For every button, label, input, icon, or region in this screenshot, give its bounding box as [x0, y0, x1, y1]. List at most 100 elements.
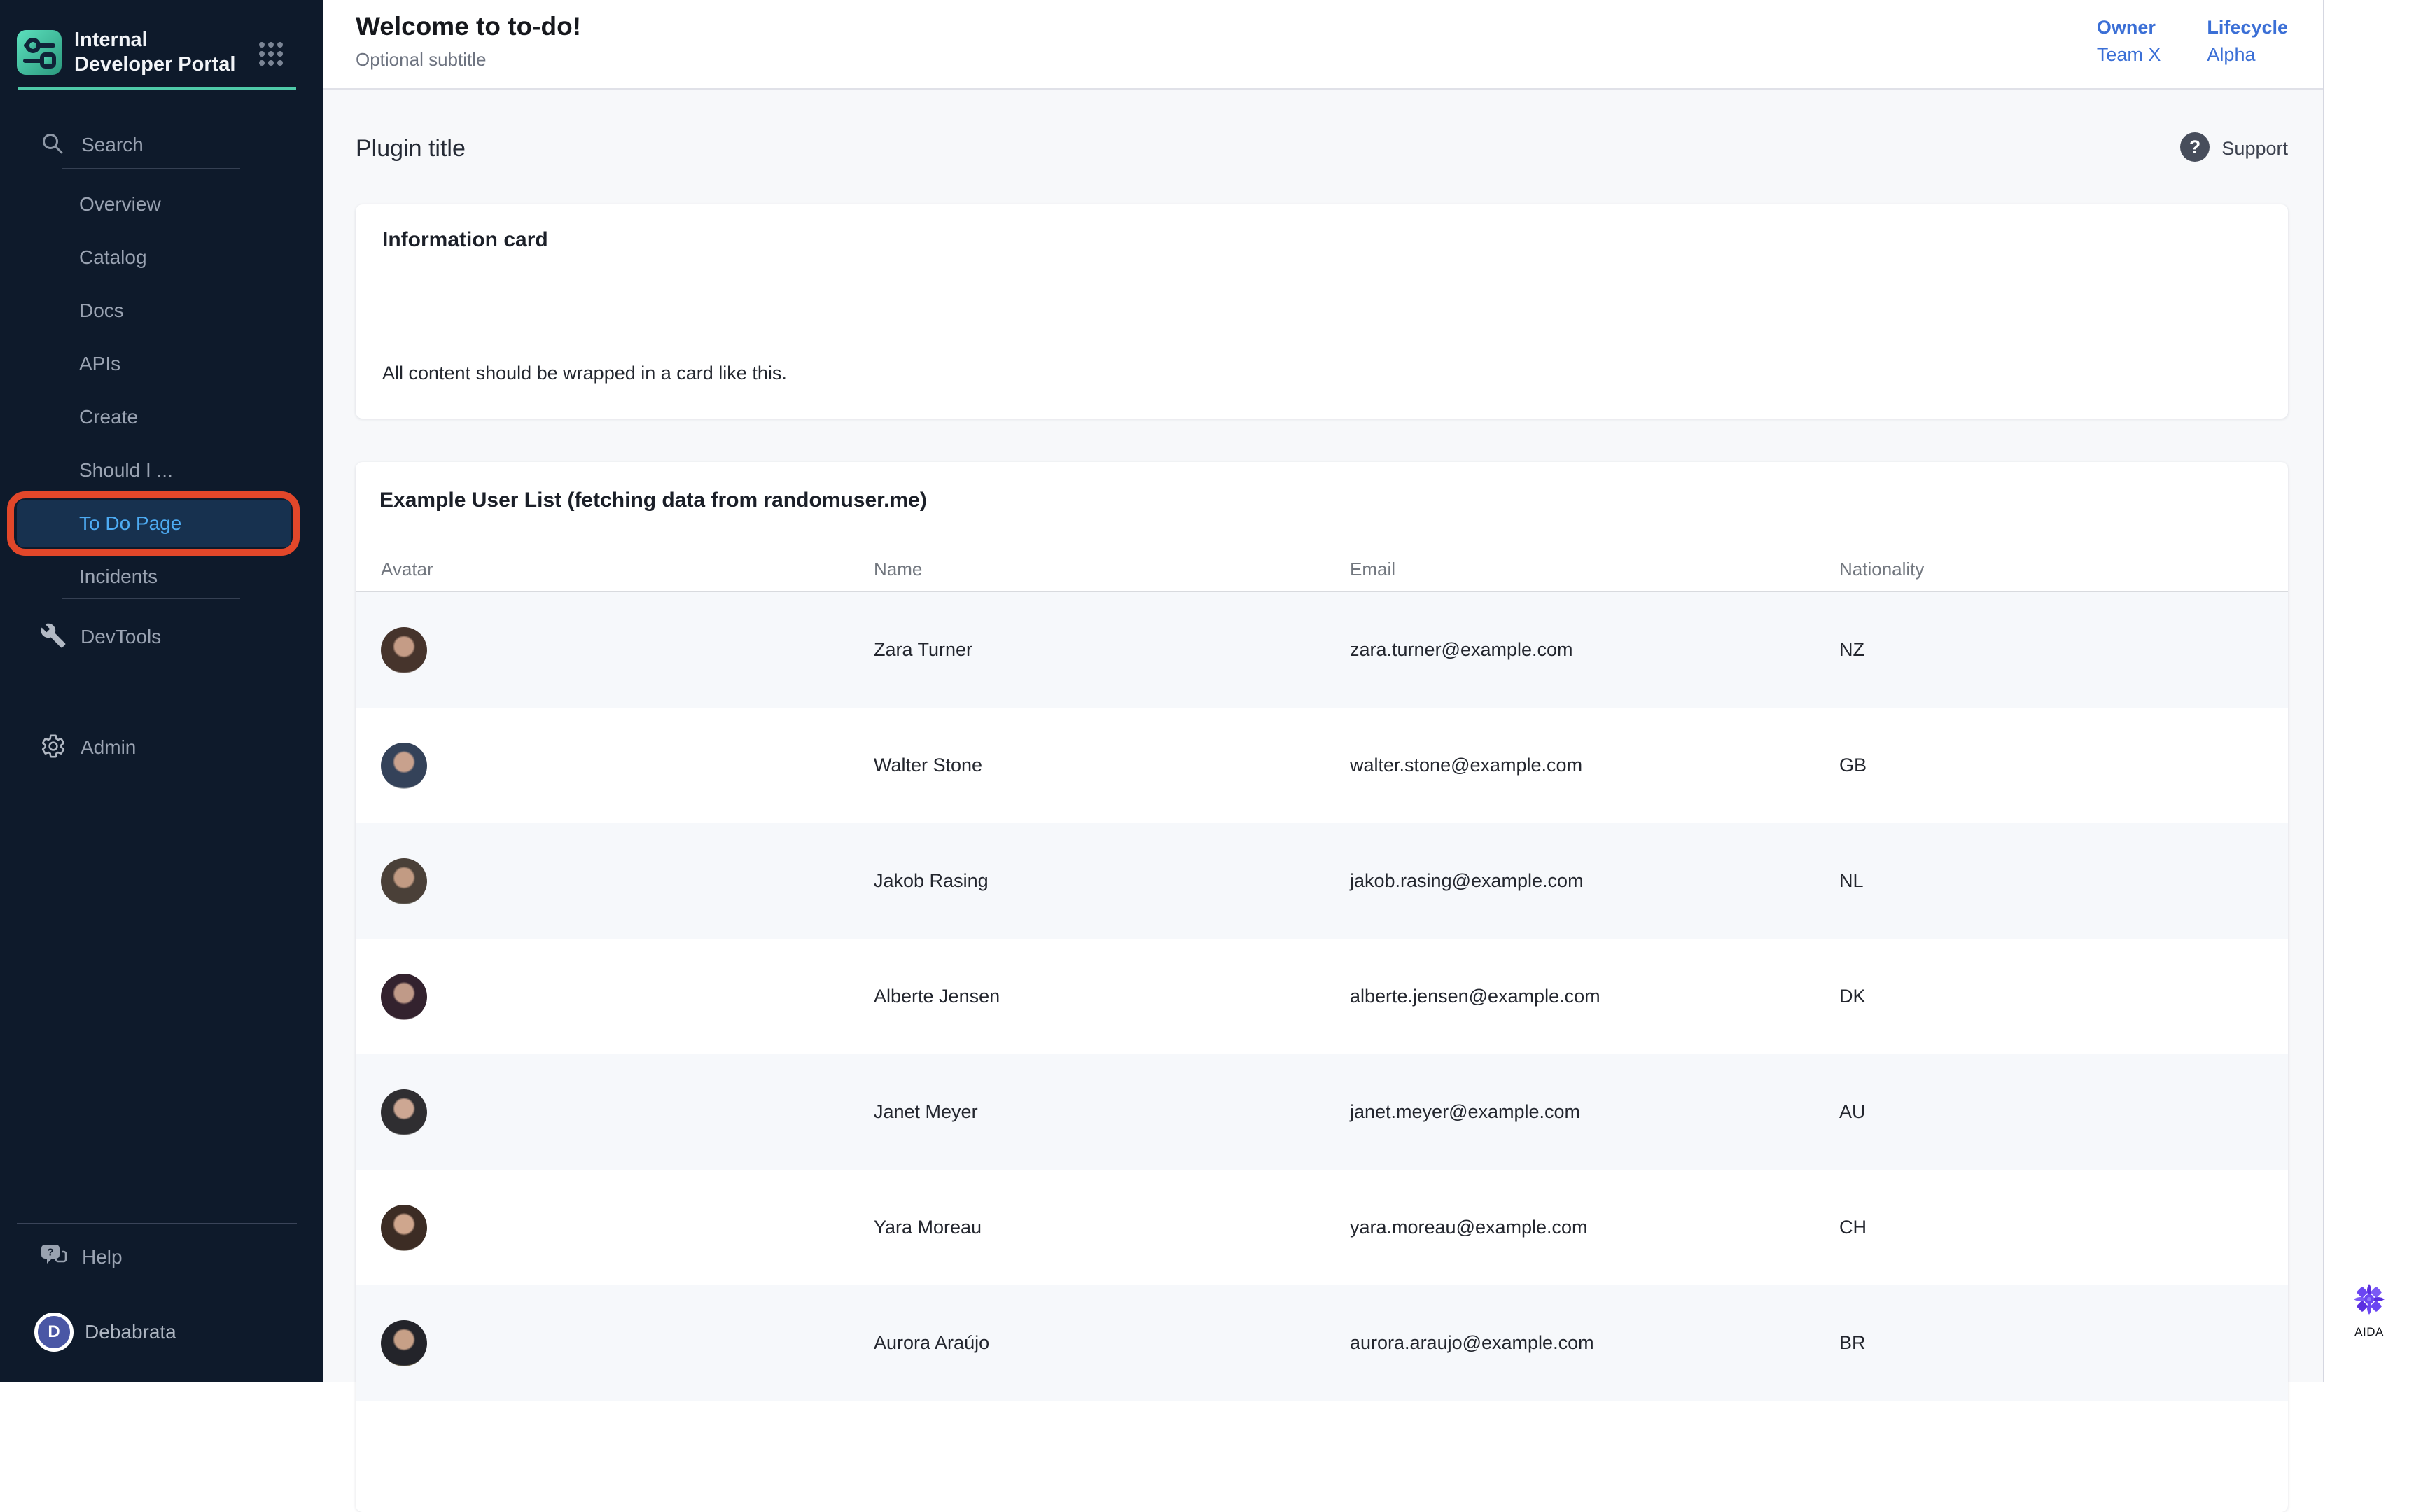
table-header-row: AvatarNameEmailNationality — [356, 547, 2288, 592]
plugin-title: Plugin title — [356, 135, 466, 162]
user-list-title: Example User List (fetching data from ra… — [356, 489, 2288, 512]
avatar-cell — [381, 858, 874, 904]
main-area: Welcome to to-do! Optional subtitle Owne… — [323, 0, 2323, 1382]
sidebar-item-label: Admin — [81, 736, 136, 759]
information-card-title: Information card — [382, 228, 2260, 252]
sidebar-item-admin[interactable]: Admin — [40, 727, 136, 769]
lifecycle-meta[interactable]: Lifecycle Alpha — [2207, 17, 2288, 66]
sidebar-divider — [62, 598, 240, 599]
name-cell: Jakob Rasing — [874, 870, 1350, 892]
sidebar-divider — [17, 1223, 297, 1224]
sidebar-item-catalog[interactable]: Catalog — [79, 242, 147, 273]
name-cell: Yara Moreau — [874, 1217, 1350, 1238]
email-cell: janet.meyer@example.com — [1350, 1101, 1839, 1123]
lifecycle-value[interactable]: Alpha — [2207, 44, 2288, 66]
information-card-body: All content should be wrapped in a card … — [382, 363, 2260, 384]
nationality-cell: GB — [1839, 755, 2288, 776]
email-cell: walter.stone@example.com — [1350, 755, 1839, 776]
name-cell: Zara Turner — [874, 639, 1350, 661]
sidebar-item-to-do-page[interactable]: To Do Page — [17, 500, 291, 547]
nationality-cell: AU — [1839, 1101, 2288, 1123]
user-photo-avatar — [381, 1089, 427, 1135]
svg-text:?: ? — [2189, 136, 2201, 158]
user-name: Debabrata — [85, 1321, 176, 1343]
support-label: Support — [2221, 138, 2288, 160]
aida-badge[interactable]: AIDA — [2324, 1282, 2414, 1339]
sidebar-item-create[interactable]: Create — [79, 402, 138, 433]
user-photo-avatar — [381, 743, 427, 789]
avatar-cell — [381, 1320, 874, 1366]
user-photo-avatar — [381, 627, 427, 673]
content-area: Plugin title ? Support Information card … — [323, 90, 2323, 1512]
nationality-cell: CH — [1839, 1217, 2288, 1238]
table-row: Walter Stonewalter.stone@example.comGB — [356, 708, 2288, 823]
sidebar-item-apis[interactable]: APIs — [79, 349, 120, 379]
table-row: Yara Moreauyara.moreau@example.comCH — [356, 1170, 2288, 1285]
user-photo-avatar — [381, 1205, 427, 1251]
sidebar-item-should-i[interactable]: Should I ... — [79, 455, 173, 486]
table-row: Janet Meyerjanet.meyer@example.comAU — [356, 1054, 2288, 1170]
nationality-cell: NL — [1839, 870, 2288, 892]
support-button[interactable]: ? Support — [2179, 132, 2288, 166]
name-cell: Janet Meyer — [874, 1101, 1350, 1123]
sidebar-item-help[interactable]: ? Help — [40, 1236, 123, 1278]
sidebar-accent-divider — [18, 88, 296, 90]
user-photo-avatar — [381, 974, 427, 1020]
sidebar-item-overview[interactable]: Overview — [79, 189, 161, 220]
search-icon — [40, 131, 65, 160]
aida-flower-icon — [2352, 1282, 2386, 1320]
avatar-cell — [381, 743, 874, 789]
sidebar-item-label: Create — [79, 406, 138, 428]
sidebar-user[interactable]: D Debabrata — [34, 1308, 176, 1357]
email-cell: aurora.araujo@example.com — [1350, 1332, 1839, 1354]
sidebar-item-incidents[interactable]: Incidents — [79, 561, 158, 592]
sidebar-item-label: APIs — [79, 353, 120, 374]
email-cell: jakob.rasing@example.com — [1350, 870, 1839, 892]
table-row: Alberte Jensenalberte.jensen@example.com… — [356, 939, 2288, 1054]
help-chat-icon: ? — [40, 1243, 68, 1272]
sidebar-item-devtools[interactable]: DevTools — [40, 616, 161, 658]
nationality-cell: BR — [1839, 1332, 2288, 1354]
avatar-cell — [381, 1205, 874, 1251]
email-cell: zara.turner@example.com — [1350, 639, 1839, 661]
avatar-cell — [381, 627, 874, 673]
name-cell: Alberte Jensen — [874, 986, 1350, 1007]
nationality-cell: DK — [1839, 986, 2288, 1007]
column-header: Email — [1350, 559, 1839, 580]
owner-meta[interactable]: Owner Team X — [2097, 17, 2161, 66]
table-body: Zara Turnerzara.turner@example.comNZWalt… — [356, 592, 2288, 1401]
name-cell: Walter Stone — [874, 755, 1350, 776]
user-photo-avatar — [381, 1320, 427, 1366]
apps-grid-icon[interactable] — [258, 41, 284, 67]
table-row: Jakob Rasingjakob.rasing@example.comNL — [356, 823, 2288, 939]
owner-value[interactable]: Team X — [2097, 44, 2161, 66]
sidebar-item-label: DevTools — [81, 626, 161, 648]
page-margin-strip: AIDA — [2323, 0, 2414, 1382]
sidebar-item-label: Overview — [79, 193, 161, 215]
sidebar-item-label: Docs — [79, 300, 124, 321]
sidebar-item-label: Should I ... — [79, 459, 173, 481]
lifecycle-label: Lifecycle — [2207, 17, 2288, 38]
sidebar-divider — [62, 168, 240, 169]
owner-label: Owner — [2097, 17, 2161, 38]
column-header: Name — [874, 559, 1350, 580]
information-card: Information card All content should be w… — [356, 204, 2288, 419]
user-initial-avatar: D — [34, 1312, 74, 1352]
svg-text:?: ? — [47, 1246, 53, 1258]
nationality-cell: NZ — [1839, 639, 2288, 661]
logo-row[interactable]: Internal Developer Portal — [17, 28, 241, 78]
sidebar: Internal Developer Portal Search Overvie… — [0, 0, 323, 1382]
user-list-card: Example User List (fetching data from ra… — [356, 462, 2288, 1512]
avatar-cell — [381, 974, 874, 1020]
sidebar-search[interactable]: Search — [40, 130, 144, 160]
email-cell: yara.moreau@example.com — [1350, 1217, 1839, 1238]
sidebar-item-docs[interactable]: Docs — [79, 295, 124, 326]
question-circle-icon: ? — [2179, 132, 2210, 166]
sidebar-item-label: Incidents — [79, 566, 158, 587]
search-label: Search — [81, 134, 144, 156]
page-title: Welcome to to-do! — [356, 11, 581, 42]
aida-label: AIDA — [2354, 1325, 2384, 1339]
sidebar-item-label: Catalog — [79, 246, 147, 268]
table-row: Zara Turnerzara.turner@example.comNZ — [356, 592, 2288, 708]
app-title: Internal Developer Portal — [74, 28, 241, 78]
